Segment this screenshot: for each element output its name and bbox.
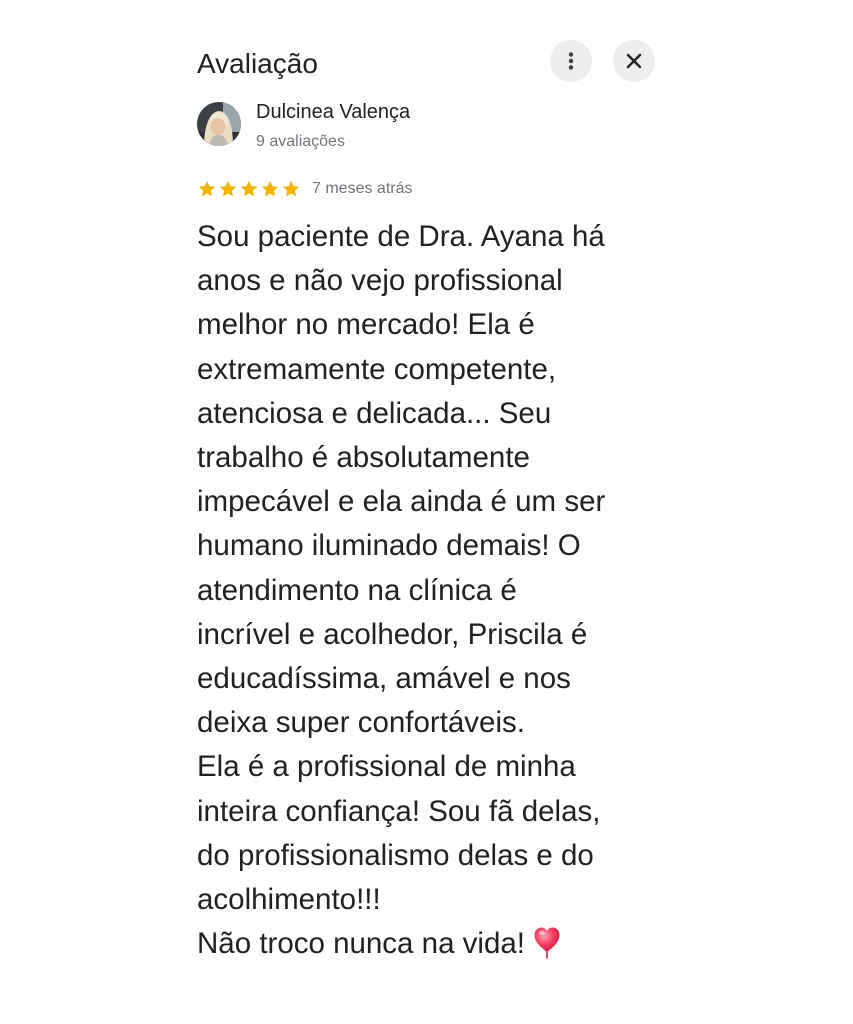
review-line: acolhimento!!! <box>197 883 381 917</box>
close-icon <box>626 53 642 69</box>
review-line: educadíssima, amável e nos <box>197 662 571 696</box>
review-line: atenciosa e delicada... Seu <box>197 396 552 430</box>
more-options-button[interactable] <box>550 40 592 82</box>
review-line: deixa super confortáveis. <box>197 706 525 740</box>
review-line: humano iluminado demais! O <box>197 529 581 563</box>
review-date: 7 meses atrás <box>312 180 413 197</box>
star-icon <box>261 180 279 197</box>
user-photo-icon <box>197 102 241 146</box>
review-line: Sou paciente de Dra. Ayana há <box>197 220 605 253</box>
author-name[interactable]: Dulcinea Valença <box>256 98 410 126</box>
review-line: inteira confiança! Sou fã delas, <box>197 794 601 828</box>
star-rating <box>197 179 301 199</box>
review-line: anos e não vejo profissional <box>197 264 563 298</box>
review-line: Não troco nunca na vida! <box>197 922 657 966</box>
more-vertical-icon <box>568 52 574 70</box>
review-line: atendimento na clínica é <box>197 573 517 607</box>
star-icon <box>282 180 300 197</box>
review-text: Sou paciente de Dra. Ayana há anos e não … <box>197 215 657 966</box>
review-line: Ela é a profissional de minha <box>197 750 576 784</box>
review-line: incrível e acolhedor, Priscila é <box>197 617 588 651</box>
page-title: Avaliação <box>197 48 318 79</box>
star-icon <box>240 180 258 197</box>
review-line: trabalho é absolutamente <box>197 441 530 475</box>
review-line: impecável e ela ainda é um ser <box>197 485 606 519</box>
review-line: extremamente competente, <box>197 352 557 386</box>
close-button[interactable] <box>613 40 655 82</box>
star-icon <box>198 180 216 197</box>
author-review-count: 9 avaliações <box>256 133 345 150</box>
review-line: melhor no mercado! Ela é <box>197 308 535 342</box>
review-line: do profissionalismo delas e do <box>197 838 594 872</box>
rating-row: 7 meses atrás <box>197 176 412 202</box>
star-icon <box>219 180 237 197</box>
heart-icon <box>534 927 560 959</box>
avatar[interactable] <box>197 102 241 146</box>
